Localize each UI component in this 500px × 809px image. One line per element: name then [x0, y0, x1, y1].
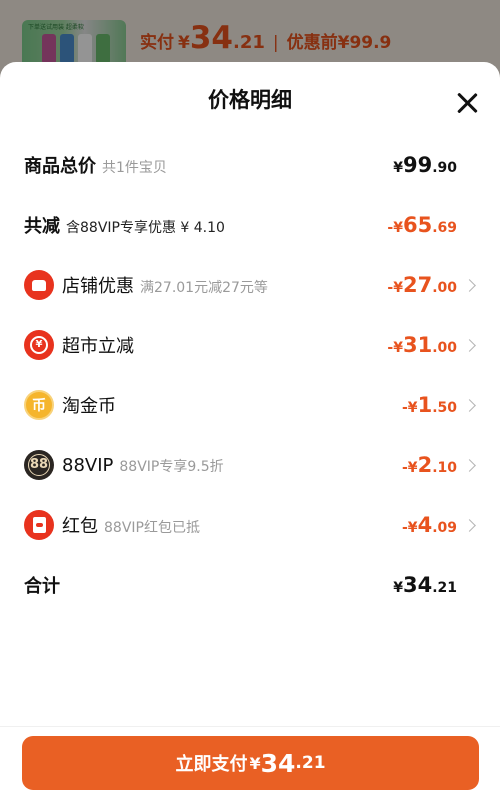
- close-icon[interactable]: [456, 92, 478, 114]
- store-discount-note: 满27.01元减27元等: [140, 280, 268, 296]
- chevron-right-icon[interactable]: [463, 278, 476, 292]
- price-detail-sheet: 价格明细 商品总价 共1件宝贝 ¥99.90 共减 含88VIP专享优惠 ¥ 4.1…: [0, 62, 500, 809]
- store-discount-amount: -¥ 27.00: [387, 273, 457, 297]
- row-red-packet[interactable]: 红包 88VIP红包已抵 -¥ 4.09: [0, 505, 500, 545]
- row-88vip[interactable]: 88 88VIP 88VIP专享9.5折 -¥ 2.10: [0, 445, 500, 485]
- row-taojinbi[interactable]: 币 淘金币 -¥ 1.50: [0, 385, 500, 425]
- chevron-right-icon[interactable]: [463, 518, 476, 532]
- chevron-right-icon[interactable]: [463, 338, 476, 352]
- taojinbi-label: 淘金币: [62, 396, 116, 417]
- supermarket-discount-label: 超市立减: [62, 336, 134, 357]
- red-packet-note: 88VIP红包已抵: [104, 520, 200, 536]
- red-packet-label: 红包 88VIP红包已抵: [62, 516, 200, 537]
- store-icon: [24, 270, 54, 300]
- chevron-right-icon[interactable]: [463, 458, 476, 472]
- yuan-circle-icon: ¥: [24, 330, 54, 360]
- chevron-right-icon[interactable]: [463, 398, 476, 412]
- vip-88-icon: 88: [24, 450, 54, 480]
- vip-discount-note: 含88VIP专享优惠 ¥ 4.10: [66, 220, 225, 236]
- red-packet-icon: [24, 510, 54, 540]
- red-packet-amount: -¥ 4.09: [402, 513, 457, 537]
- grand-total-amount: ¥34.21: [393, 573, 457, 597]
- goods-total-label: 商品总价 共1件宝贝: [24, 156, 167, 177]
- sheet-title: 价格明细: [208, 88, 292, 112]
- 88vip-amount: -¥ 2.10: [402, 453, 457, 477]
- 88vip-label: 88VIP 88VIP专享9.5折: [62, 454, 224, 476]
- pay-now-button[interactable]: 立即支付 ¥ 34 .21: [22, 736, 479, 790]
- row-goods-total: 商品总价 共1件宝贝 ¥99.90: [0, 145, 500, 185]
- store-discount-label: 店铺优惠 满27.01元减27元等: [62, 276, 268, 297]
- total-discount-amount: -¥ 65.69: [387, 213, 457, 237]
- 88vip-note: 88VIP专享9.5折: [119, 458, 224, 475]
- supermarket-discount-amount: -¥ 31.00: [387, 333, 457, 357]
- total-discount-label: 共减 含88VIP专享优惠 ¥ 4.10: [24, 216, 225, 237]
- taojinbi-amount: -¥ 1.50: [402, 393, 457, 417]
- row-grand-total: 合计 ¥34.21: [0, 565, 500, 605]
- row-store-discount[interactable]: 店铺优惠 满27.01元减27元等 -¥ 27.00: [0, 265, 500, 305]
- pay-now-label: 立即支付: [175, 754, 248, 775]
- row-supermarket-discount[interactable]: ¥ 超市立减 -¥ 31.00: [0, 325, 500, 365]
- row-total-discount: 共减 含88VIP专享优惠 ¥ 4.10 -¥ 65.69: [0, 205, 500, 245]
- footer-divider: [0, 726, 500, 727]
- goods-count-note: 共1件宝贝: [102, 160, 167, 176]
- goods-total-amount: ¥99.90: [393, 153, 457, 177]
- coin-icon: 币: [24, 390, 54, 420]
- grand-total-label: 合计: [24, 576, 60, 597]
